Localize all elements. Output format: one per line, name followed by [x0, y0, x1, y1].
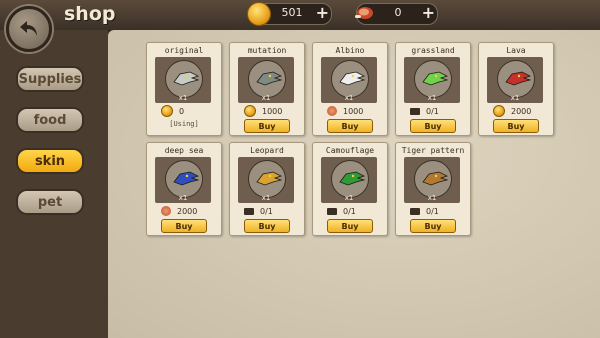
back-button[interactable]: [6, 6, 52, 52]
price-row: 1000: [327, 105, 363, 117]
skin-quantity: x1: [261, 194, 271, 202]
add-coins-button[interactable]: +: [316, 4, 329, 22]
category-sidebar: Supplies food skin pet: [0, 30, 111, 338]
skin-portrait: x1: [238, 57, 294, 103]
skin-portrait: x1: [155, 57, 211, 103]
skin-card[interactable]: mutation x1 1000 Buy: [229, 42, 305, 136]
skin-quantity: x1: [427, 94, 437, 102]
skin-quantity: x1: [427, 194, 437, 202]
coin-balance: 501 +: [247, 2, 332, 26]
skin-card[interactable]: Lava x1 2000 Buy: [478, 42, 554, 136]
video-icon: [410, 207, 420, 215]
skin-card[interactable]: Albino x1 1000 Buy: [312, 42, 388, 136]
skin-price: 1000: [262, 106, 283, 116]
skin-price: 0/1: [426, 106, 439, 116]
skin-panel: original x1 0 [Using] mutation x1 1000 Buy Albin…: [108, 30, 600, 338]
coin-icon: [247, 2, 271, 26]
skin-portrait: x1: [238, 157, 294, 203]
meat-balance: 0 +: [353, 2, 438, 25]
skin-price: 1000: [343, 106, 364, 116]
price-row: 1000: [244, 105, 282, 117]
dinosaur-head-icon: [339, 171, 366, 186]
skin-quantity: x1: [344, 194, 354, 202]
video-icon: [327, 207, 337, 215]
price-row: 0/1: [410, 105, 439, 117]
skin-portrait: x1: [155, 157, 211, 203]
buy-button[interactable]: Buy: [327, 219, 373, 233]
skin-name: grassland: [411, 46, 455, 55]
skin-price: 0/1: [426, 206, 439, 216]
coin-icon: [493, 105, 505, 117]
skin-name: Camouflage: [325, 146, 375, 155]
video-icon: [244, 207, 254, 215]
back-arrow-icon: [20, 21, 37, 36]
dinosaur-head-icon: [505, 71, 532, 86]
buy-button[interactable]: Buy: [327, 119, 373, 133]
add-meat-button[interactable]: +: [422, 4, 435, 22]
skin-name: Lava: [506, 46, 526, 55]
meat-icon: [353, 2, 375, 24]
skin-price: 0: [179, 106, 185, 116]
skin-portrait: x1: [321, 157, 377, 203]
skin-price: 2000: [511, 106, 532, 116]
category-supplies[interactable]: Supplies: [16, 66, 84, 92]
skin-name: Tiger pattern: [401, 146, 465, 155]
price-row: 0/1: [244, 205, 273, 217]
category-skin[interactable]: skin: [16, 148, 84, 174]
skin-quantity: x1: [261, 94, 271, 102]
skin-portrait: x1: [321, 57, 377, 103]
skin-name: original: [164, 46, 204, 55]
buy-button[interactable]: Buy: [244, 219, 290, 233]
using-label: [Using]: [169, 120, 199, 128]
dinosaur-head-icon: [422, 71, 449, 86]
dinosaur-head-icon: [173, 71, 200, 86]
buy-button[interactable]: Buy: [244, 119, 290, 133]
video-icon: [410, 107, 420, 115]
coin-icon: [161, 105, 173, 117]
skin-portrait: x1: [487, 57, 543, 103]
dinosaur-head-icon: [422, 171, 449, 186]
buy-button[interactable]: Buy: [161, 219, 207, 233]
dinosaur-head-icon: [256, 71, 283, 86]
dinosaur-head-icon: [256, 171, 283, 186]
coin-icon: [244, 105, 256, 117]
price-row: 0/1: [410, 205, 439, 217]
buy-button[interactable]: Buy: [493, 119, 539, 133]
skin-name: Albino: [335, 46, 365, 55]
skin-quantity: x1: [178, 194, 188, 202]
category-food[interactable]: food: [16, 107, 84, 133]
coin-amount: 501: [281, 6, 303, 19]
skin-card[interactable]: Tiger pattern x1 0/1 Buy: [395, 142, 471, 236]
skin-quantity: x1: [344, 94, 354, 102]
dinosaur-head-icon: [339, 71, 366, 86]
price-row: 2000: [493, 105, 531, 117]
skin-name: mutation: [247, 46, 287, 55]
skin-name: deep sea: [164, 146, 204, 155]
skin-price: 0/1: [343, 206, 356, 216]
skin-quantity: x1: [178, 94, 188, 102]
buy-button[interactable]: Buy: [410, 219, 456, 233]
skin-card[interactable]: Leopard x1 0/1 Buy: [229, 142, 305, 236]
skin-portrait: x1: [404, 157, 460, 203]
skin-card[interactable]: Camouflage x1 0/1 Buy: [312, 142, 388, 236]
skin-card[interactable]: deep sea x1 2000 Buy: [146, 142, 222, 236]
buy-button[interactable]: Buy: [410, 119, 456, 133]
skin-card[interactable]: original x1 0 [Using]: [146, 42, 222, 136]
skin-card[interactable]: grassland x1 0/1 Buy: [395, 42, 471, 136]
price-row: 0/1: [327, 205, 356, 217]
price-row: 2000: [161, 205, 197, 217]
meat-icon: [161, 206, 171, 216]
skin-quantity: x1: [510, 94, 520, 102]
dinosaur-head-icon: [173, 171, 200, 186]
page-title: shop: [64, 3, 116, 25]
skin-price: 0/1: [260, 206, 273, 216]
skin-portrait: x1: [404, 57, 460, 103]
meat-icon: [327, 106, 337, 116]
skin-name: Leopard: [250, 146, 284, 155]
category-pet[interactable]: pet: [16, 189, 84, 215]
meat-amount: 0: [394, 6, 402, 19]
skin-price: 2000: [177, 206, 198, 216]
price-row: 0: [161, 105, 184, 117]
